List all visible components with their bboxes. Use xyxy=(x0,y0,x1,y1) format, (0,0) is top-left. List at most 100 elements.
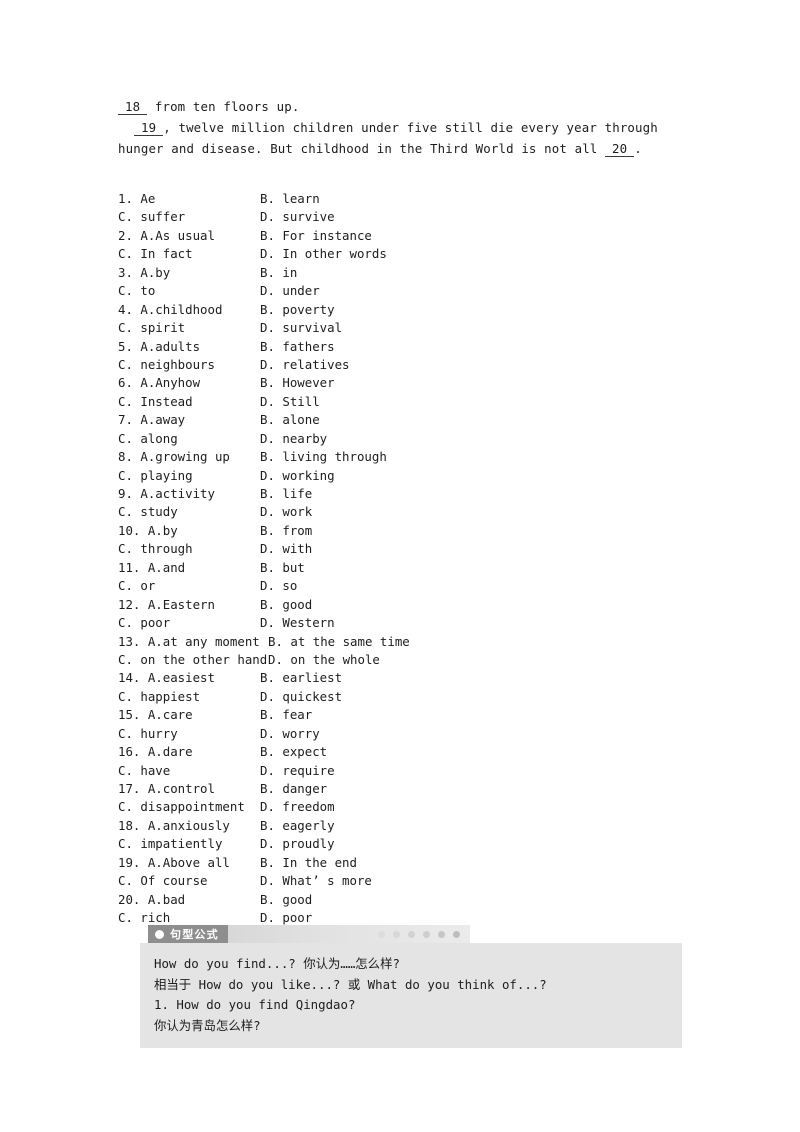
note-card-line: 你认为青岛怎么样? xyxy=(154,1017,261,1033)
option-choice-a[interactable]: 7. A.away xyxy=(118,411,260,429)
option-choice-d[interactable]: D. Still xyxy=(260,393,320,411)
option-choice-d[interactable]: D. freedom xyxy=(260,798,335,816)
option-choice-a[interactable]: 15. A.care xyxy=(118,706,260,724)
option-row: 3. A.by B. in xyxy=(118,264,678,282)
option-choice-a[interactable]: 17. A.control xyxy=(118,780,260,798)
option-choice-a[interactable]: 1. Ae xyxy=(118,190,260,208)
option-choice-d[interactable]: D. survival xyxy=(260,319,342,337)
option-choice-b[interactable]: B. However xyxy=(260,374,335,392)
option-choice-d[interactable]: D. What’ s more xyxy=(260,872,372,890)
option-row: 12. A.Eastern B. good xyxy=(118,596,678,614)
cloze-blank-19[interactable]: 19 xyxy=(134,120,164,136)
option-choice-a[interactable]: 5. A.adults xyxy=(118,338,260,356)
option-choice-c[interactable]: C. impatiently xyxy=(118,835,260,853)
option-choice-a[interactable]: 13. A.at any moment xyxy=(118,633,268,651)
option-choice-b[interactable]: B. In the end xyxy=(260,854,357,872)
cloze-blank-20[interactable]: 20 xyxy=(605,141,635,157)
option-choice-d[interactable]: D. working xyxy=(260,467,335,485)
option-choice-d[interactable]: D. nearby xyxy=(260,430,327,448)
option-choice-b[interactable]: B. danger xyxy=(260,780,327,798)
option-choice-b[interactable]: B. earliest xyxy=(260,669,342,687)
option-choice-c[interactable]: C. happiest xyxy=(118,688,260,706)
option-choice-a[interactable]: 4. A.childhood xyxy=(118,301,260,319)
option-choice-a[interactable]: 14. A.easiest xyxy=(118,669,260,687)
option-choice-d[interactable]: D. with xyxy=(260,540,312,558)
option-choice-a[interactable]: 10. A.by xyxy=(118,522,260,540)
option-choice-b[interactable]: B. fathers xyxy=(260,338,335,356)
option-row: 11. A.and B. but xyxy=(118,559,678,577)
option-choice-b[interactable]: B. learn xyxy=(260,190,320,208)
option-choice-d[interactable]: D. survive xyxy=(260,208,335,226)
option-choice-d[interactable]: D. worry xyxy=(260,725,320,743)
option-choice-a[interactable]: 8. A.growing up xyxy=(118,448,260,466)
option-row: 14. A.easiest B. earliest xyxy=(118,669,678,687)
option-choice-c[interactable]: C. neighbours xyxy=(118,356,260,374)
option-choice-b[interactable]: B. from xyxy=(260,522,312,540)
option-choice-d[interactable]: D. work xyxy=(260,503,312,521)
option-choice-d[interactable]: D. proudly xyxy=(260,835,335,853)
option-row: 18. A.anxiously B. eagerly xyxy=(118,817,678,835)
option-choice-d[interactable]: D. so xyxy=(260,577,297,595)
option-row: 6. A.Anyhow B. However xyxy=(118,374,678,392)
option-choice-b[interactable]: B. life xyxy=(260,485,312,503)
option-choice-b[interactable]: B. in xyxy=(260,264,297,282)
option-choice-c[interactable]: C. playing xyxy=(118,467,260,485)
option-choice-c[interactable]: C. Instead xyxy=(118,393,260,411)
option-choice-a[interactable]: 3. A.by xyxy=(118,264,260,282)
option-choice-a[interactable]: 16. A.dare xyxy=(118,743,260,761)
option-row: C. on the other handD. on the whole xyxy=(118,651,678,669)
option-row: C. Instead D. Still xyxy=(118,393,678,411)
option-choice-b[interactable]: B. at the same time xyxy=(268,633,410,651)
option-choice-c[interactable]: C. suffer xyxy=(118,208,260,226)
option-choice-a[interactable]: 9. A.activity xyxy=(118,485,260,503)
option-choice-c[interactable]: C. to xyxy=(118,282,260,300)
option-choice-a[interactable]: 2. A.As usual xyxy=(118,227,260,245)
option-row: 10. A.by B. from xyxy=(118,522,678,540)
option-row: C. study D. work xyxy=(118,503,678,521)
option-choice-a[interactable]: 12. A.Eastern xyxy=(118,596,260,614)
passage-line-3: hunger and disease. But childhood in the… xyxy=(118,138,684,159)
option-choice-a[interactable]: 11. A.and xyxy=(118,559,260,577)
option-choice-d[interactable]: D. quickest xyxy=(260,688,342,706)
option-choice-b[interactable]: B. fear xyxy=(260,706,312,724)
option-choice-c[interactable]: C. spirit xyxy=(118,319,260,337)
option-row: 1. Ae B. learn xyxy=(118,190,678,208)
option-choice-b[interactable]: B. but xyxy=(260,559,305,577)
option-choice-c[interactable]: C. In fact xyxy=(118,245,260,263)
passage-line-3-after: . xyxy=(634,141,642,156)
option-choice-c[interactable]: C. hurry xyxy=(118,725,260,743)
option-choice-c[interactable]: C. have xyxy=(118,762,260,780)
option-choice-b[interactable]: B. good xyxy=(260,891,312,909)
option-choice-c[interactable]: C. along xyxy=(118,430,260,448)
option-choice-d[interactable]: D. require xyxy=(260,762,335,780)
option-choice-c[interactable]: C. Of course xyxy=(118,872,260,890)
option-choice-b[interactable]: B. living through xyxy=(260,448,387,466)
option-choice-d[interactable]: D. under xyxy=(260,282,320,300)
option-choice-d[interactable]: D. Western xyxy=(260,614,335,632)
option-row: C. have D. require xyxy=(118,762,678,780)
option-choice-a[interactable]: 6. A.Anyhow xyxy=(118,374,260,392)
option-choice-d[interactable]: D. relatives xyxy=(260,356,350,374)
option-row: C. disappointment D. freedom xyxy=(118,798,678,816)
option-choice-b[interactable]: B. eagerly xyxy=(260,817,335,835)
option-choice-b[interactable]: B. For instance xyxy=(260,227,372,245)
passage-line-1-text: from ten floors up. xyxy=(147,99,300,114)
option-choice-a[interactable]: 18. A.anxiously xyxy=(118,817,260,835)
option-choice-d[interactable]: D. In other words xyxy=(260,245,387,263)
option-choice-b[interactable]: B. expect xyxy=(260,743,327,761)
cloze-blank-18[interactable]: 18 xyxy=(118,99,148,115)
option-choice-c[interactable]: C. on the other hand xyxy=(118,651,268,669)
option-choice-b[interactable]: B. good xyxy=(260,596,312,614)
option-choice-a[interactable]: 20. A.bad xyxy=(118,891,260,909)
option-choice-c[interactable]: C. through xyxy=(118,540,260,558)
header-dots xyxy=(378,930,470,938)
option-choice-c[interactable]: C. disappointment xyxy=(118,798,260,816)
option-choice-c[interactable]: C. poor xyxy=(118,614,260,632)
option-choice-d[interactable]: D. on the whole xyxy=(268,651,380,669)
option-choice-a[interactable]: 19. A.Above all xyxy=(118,854,260,872)
option-choice-c[interactable]: C. study xyxy=(118,503,260,521)
note-card-tab: 句型公式 xyxy=(148,925,228,943)
option-choice-c[interactable]: C. or xyxy=(118,577,260,595)
option-choice-b[interactable]: B. alone xyxy=(260,411,320,429)
option-choice-b[interactable]: B. poverty xyxy=(260,301,335,319)
